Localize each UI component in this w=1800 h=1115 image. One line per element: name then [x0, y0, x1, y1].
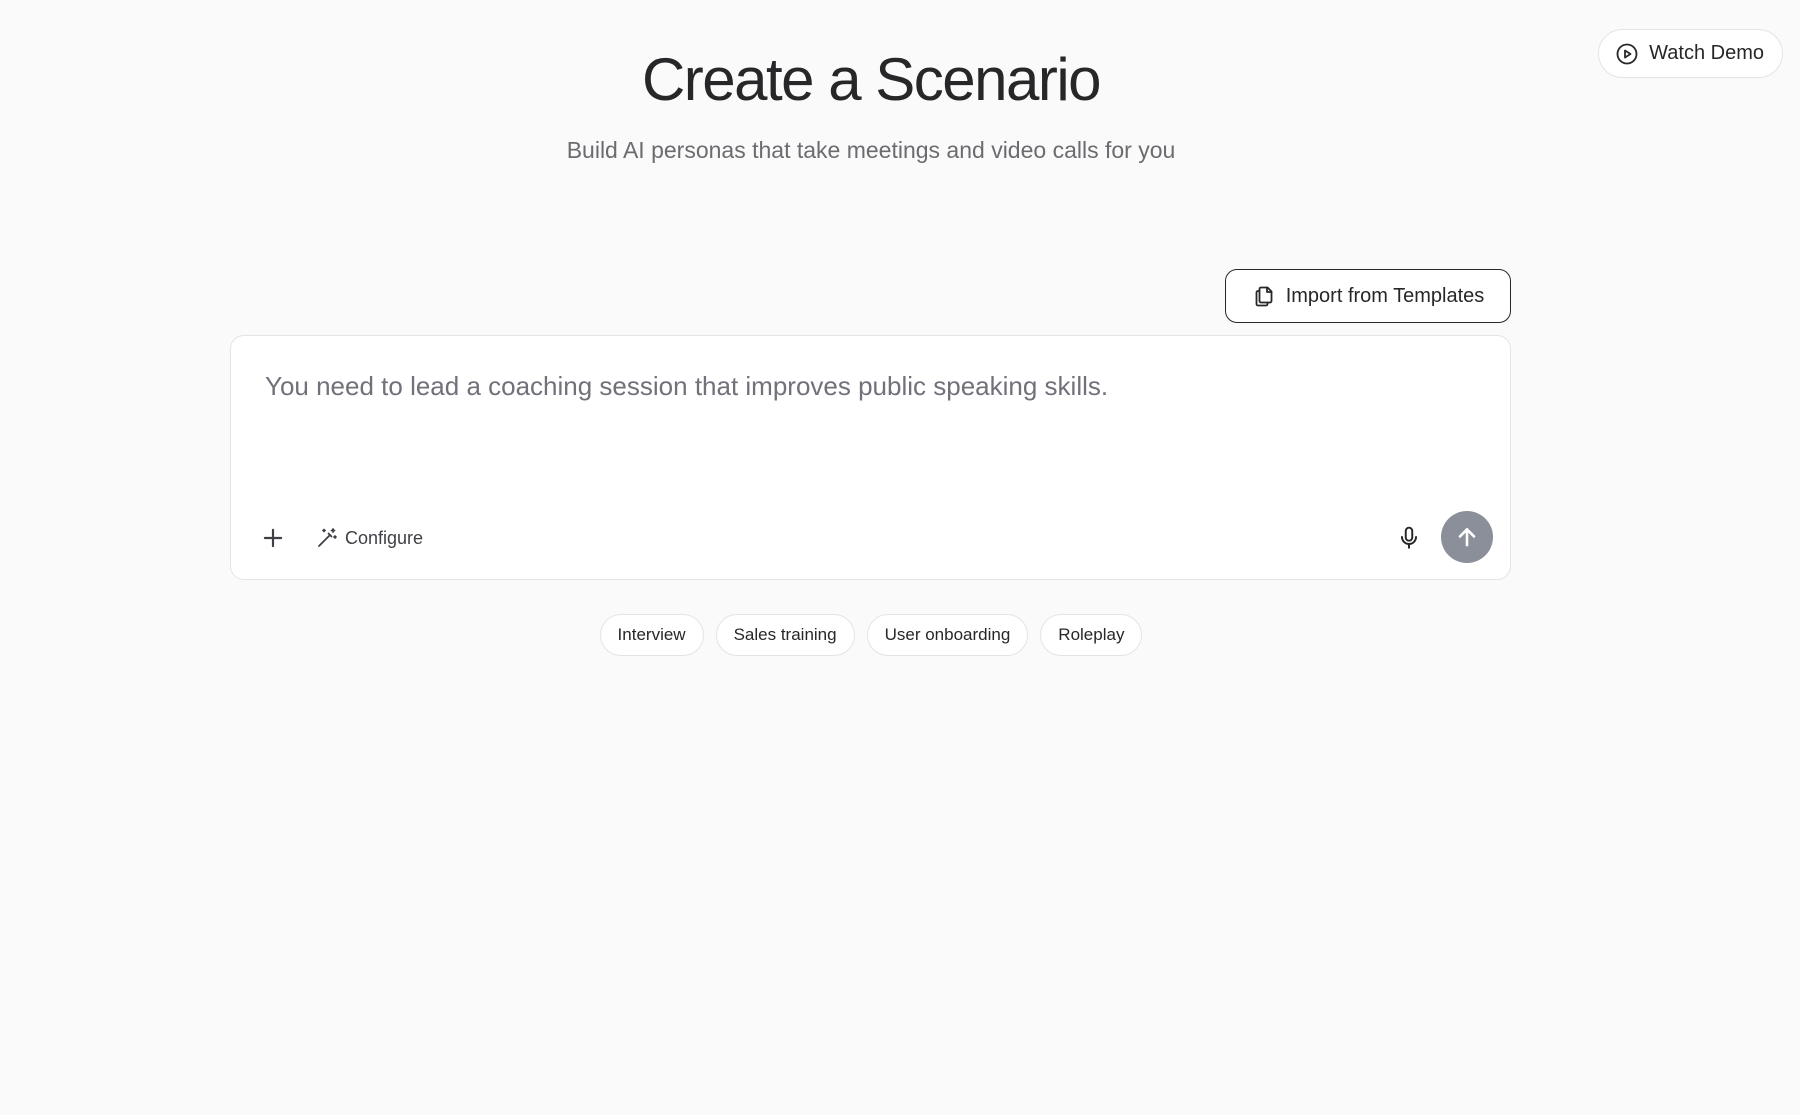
import-from-templates-button[interactable]: Import from Templates [1225, 269, 1511, 323]
add-attachment-button[interactable] [253, 518, 293, 558]
plus-icon [263, 528, 283, 548]
scenario-composer: Configure [230, 335, 1511, 580]
page-title: Create a Scenario [641, 46, 1102, 113]
suggestion-chip-interview[interactable]: Interview [599, 614, 704, 656]
arrow-up-icon [1458, 528, 1476, 547]
suggestion-chip-sales-training[interactable]: Sales training [715, 614, 855, 656]
configure-button[interactable]: Configure [315, 518, 423, 558]
voice-input-button[interactable] [1389, 518, 1429, 558]
send-button[interactable] [1441, 511, 1493, 563]
import-from-templates-label: Import from Templates [1285, 284, 1485, 307]
page-header: Create a Scenario Build AI personas that… [0, 40, 1742, 166]
copy-icon [1252, 284, 1276, 308]
magic-wand-icon [315, 526, 339, 550]
scenario-prompt-input[interactable] [265, 366, 1475, 466]
page-subtitle: Build AI personas that take meetings and… [566, 137, 1176, 163]
configure-label: Configure [345, 527, 424, 548]
suggestion-chip-roleplay[interactable]: Roleplay [1040, 614, 1143, 656]
microphone-icon [1400, 526, 1418, 549]
suggestion-chip-user-onboarding[interactable]: User onboarding [866, 614, 1029, 656]
suggestion-chips: Interview Sales training User onboarding… [0, 614, 1742, 656]
